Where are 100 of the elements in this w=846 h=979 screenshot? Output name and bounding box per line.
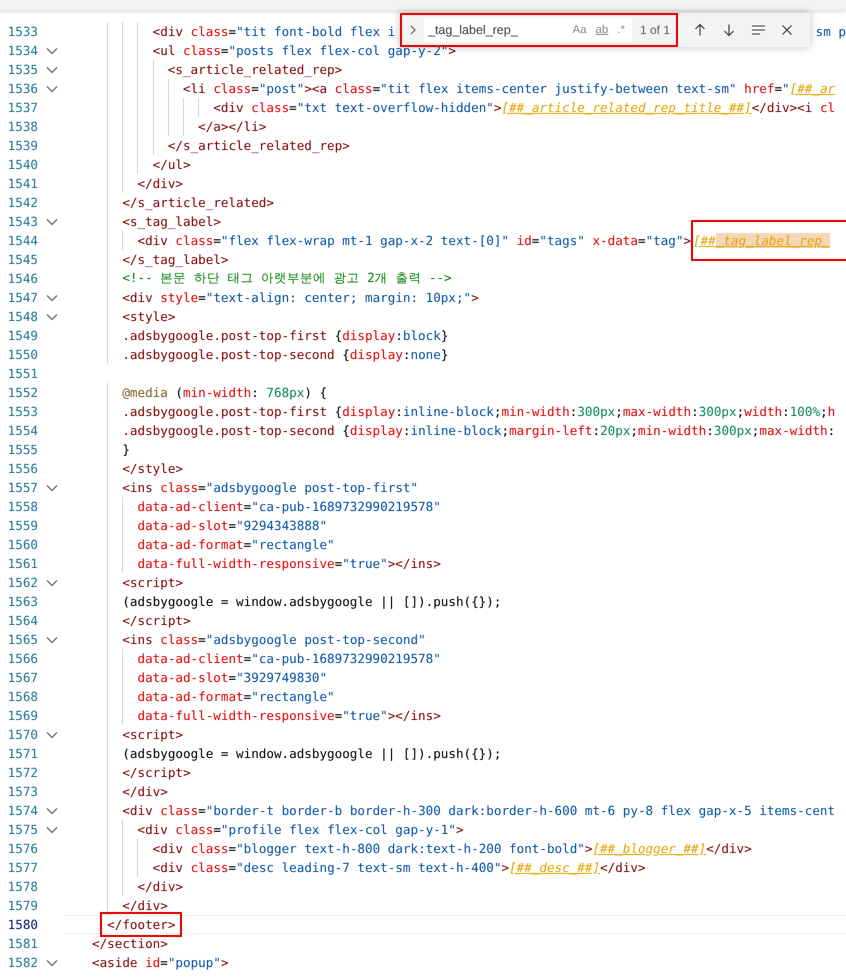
code-line: <style> [122, 309, 176, 324]
code-line: data-ad-slot="9294343888" [137, 518, 328, 533]
chevron-down-icon[interactable] [46, 730, 58, 738]
code-line: .adsbygoogle.post-top-first {display:inline-block;min-width:300px;max-width:300px;width:100%;h [122, 404, 836, 419]
code-line: </ul> [152, 157, 191, 172]
code-line: data-full-width-responsive="true"></ins> [137, 556, 441, 571]
line-number: 1533 [6, 24, 38, 39]
line-number: 1550 [6, 347, 38, 362]
chevron-down-icon[interactable] [46, 46, 58, 54]
arrow-up-icon[interactable] [693, 23, 708, 37]
search-option-toggle[interactable]: .* [614, 23, 628, 37]
code-line: <!-- 본문 하단 태그 아랫부분에 광고 2개 출력 --> [122, 270, 452, 287]
line-number: 1557 [6, 480, 38, 495]
code-line: <div class="desc leading-7 text-sm text-h-400">[##_desc_##]</div> [152, 860, 646, 875]
code-line: </section> [92, 936, 168, 951]
line-number: 1552 [6, 385, 38, 400]
chevron-down-icon[interactable] [46, 826, 58, 834]
line-number: 1565 [6, 632, 38, 647]
chevron-down-icon[interactable] [46, 84, 58, 92]
line-number: 1543 [6, 214, 38, 229]
chevron-down-icon[interactable] [46, 294, 58, 302]
line-number: 1555 [6, 442, 38, 457]
line-number: 1546 [6, 271, 38, 286]
code-line: </div> [137, 176, 183, 191]
line-number: 1536 [6, 81, 38, 96]
line-number: 1573 [6, 784, 38, 799]
line-number: 1558 [6, 499, 38, 514]
line-number: 1577 [6, 860, 38, 875]
code-line: data-ad-client="ca-pub-1689732990219578" [137, 499, 441, 514]
arrow-down-icon[interactable] [722, 23, 736, 37]
code-line: </div> [122, 898, 168, 913]
code-line: [##_tag_label_rep_ [693, 233, 830, 248]
line-number: 1539 [6, 138, 38, 153]
line-number: 1562 [6, 575, 38, 590]
code-line: </a></li> [198, 119, 266, 134]
chevron-down-icon[interactable] [46, 218, 58, 226]
line-number: 1563 [6, 594, 38, 609]
line-number: 1576 [6, 841, 38, 856]
chevron-down-icon[interactable] [46, 66, 58, 74]
close-icon[interactable] [781, 24, 794, 36]
code-line: .adsbygoogle.post-top-second {display:inline-block;margin-left:20px;min-width:300px;max-width: [122, 423, 836, 438]
chevron-down-icon[interactable] [46, 484, 58, 492]
line-number: 1580 [6, 917, 38, 932]
line-number: 1554 [6, 423, 38, 438]
code-line: </s_article_related_rep> [168, 138, 350, 153]
line-number: 1542 [6, 195, 38, 210]
search-option-toggle[interactable]: ab [592, 23, 612, 37]
line-number: 1575 [6, 822, 38, 837]
line-number: 1537 [6, 100, 38, 115]
line-number: 1541 [6, 176, 38, 191]
chevron-down-icon[interactable] [46, 958, 58, 966]
find-input-field[interactable]: _tag_label_rep_ Aa ab .* [424, 18, 632, 42]
code-line: .adsbygoogle.post-top-first {display:block} [122, 328, 448, 343]
line-number: 1566 [6, 651, 38, 666]
line-number: 1582 [6, 955, 38, 970]
code-line: <div class="border-t border-b border-h-300 dark:border-h-600 mt-6 py-8 flex gap-x-5 items-cent [122, 803, 836, 818]
code-line: <div class="txt text-overflow-hidden">[##_article_related_rep_title_##]</div><i cl [213, 100, 836, 115]
lines-icon[interactable] [751, 24, 766, 36]
code-line: <aside id="popup"> [92, 955, 229, 970]
line-number: 1571 [6, 746, 38, 761]
line-number: 1560 [6, 537, 38, 552]
line-number: 1544 [6, 233, 38, 248]
line-number: 1534 [6, 43, 38, 58]
code-line: .adsbygoogle.post-top-second {display:none} [122, 347, 448, 362]
line-number: 1559 [6, 518, 38, 533]
code-line: <s_tag_label> [122, 214, 221, 229]
line-number: 1561 [6, 556, 38, 571]
code-line: </s_article_related> [122, 195, 274, 210]
code-line: </style> [122, 461, 183, 476]
chevron-down-icon[interactable] [46, 806, 58, 814]
code-line: </script> [122, 765, 191, 780]
code-line: data-ad-slot="3929749830" [137, 670, 328, 685]
chevron-right-icon[interactable] [408, 24, 418, 36]
code-line: </footer> [107, 917, 176, 932]
line-number: 1572 [6, 765, 38, 780]
code-line: <div class="blogger text-h-800 dark:text-h-200 font-bold">[##_blogger_##]</div> [152, 841, 752, 856]
line-number: 1551 [6, 366, 38, 381]
line-number: 1548 [6, 309, 38, 324]
code-line: <div style="text-align: center; margin: 10px;"> [122, 290, 479, 305]
code-line: <div class="tit font-bold flex i [152, 24, 396, 39]
chevron-down-icon[interactable] [46, 636, 58, 644]
line-number: 1535 [6, 62, 38, 77]
code-line: data-full-width-responsive="true"></ins> [137, 708, 441, 723]
code-line: (adsbygoogle = window.adsbygoogle || []).push({}); [122, 746, 502, 761]
line-number: 1564 [6, 613, 38, 628]
line-number: 1568 [6, 689, 38, 704]
code-line: <div class="profile flex flex-col gap-y-1"> [137, 822, 464, 837]
line-number: 1547 [6, 290, 38, 305]
code-line: <ins class="adsbygoogle post-top-first" [122, 480, 418, 495]
chevron-down-icon[interactable] [46, 312, 58, 320]
code-line: </script> [122, 613, 191, 628]
chevron-down-icon[interactable] [46, 578, 58, 586]
line-number: 1538 [6, 119, 38, 134]
search-option-toggle[interactable]: Aa [569, 23, 590, 37]
code-line: data-ad-format="rectangle" [137, 537, 335, 552]
line-number: 1569 [6, 708, 38, 723]
code-line: } [122, 442, 130, 457]
line-number: 1549 [6, 328, 38, 343]
code-line: </div> [122, 784, 168, 799]
line-number: 1570 [6, 727, 38, 742]
